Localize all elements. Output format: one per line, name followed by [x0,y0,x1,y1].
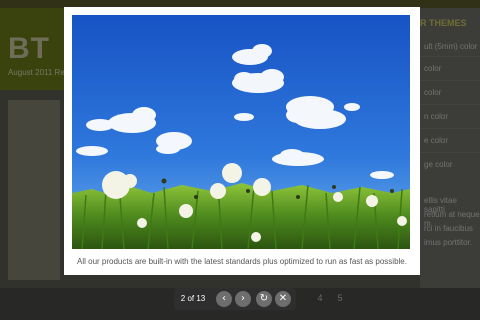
close-button[interactable]: ✕ [275,291,291,307]
lightbox-controls: 2 of 13 ‹ › ↻ ✕ [174,288,296,310]
slideshow-button[interactable]: ↻ [256,291,272,307]
refresh-icon: ↻ [259,293,269,304]
close-icon: ✕ [278,293,288,304]
lightbox-caption: All our products are built-in with the l… [77,257,407,266]
image-counter: 2 of 13 [180,294,206,303]
next-button[interactable]: › [235,291,251,307]
lightbox-image [72,15,410,249]
lightbox: All our products are built-in with the l… [64,7,420,275]
chevron-left-icon: ‹ [222,293,226,304]
prev-button[interactable]: ‹ [216,291,232,307]
chevron-right-icon: › [241,293,245,304]
